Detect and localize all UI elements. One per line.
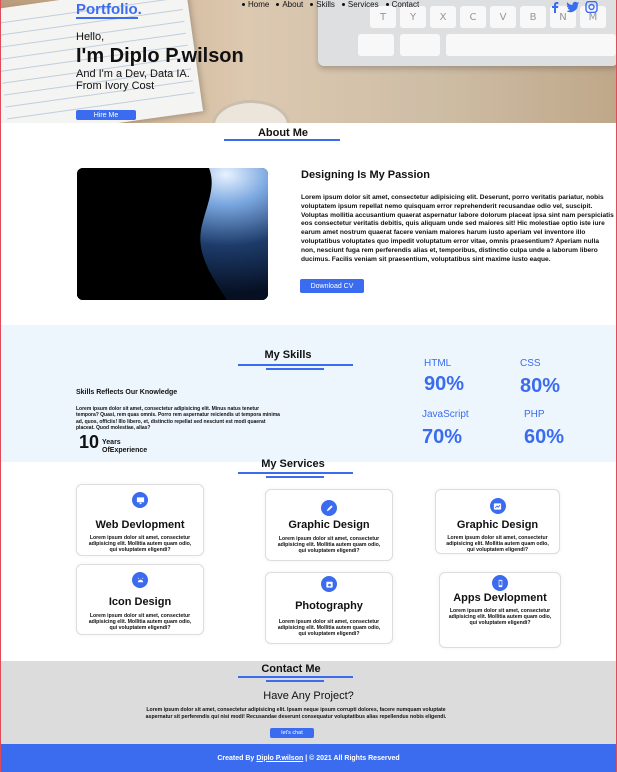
lets-chat-button[interactable]: let's chat <box>270 728 314 738</box>
service-title: Web Devlopment <box>95 519 185 531</box>
skill-value-html: 90% <box>424 373 465 395</box>
service-card-graphic-1[interactable]: Graphic Design Lorem ipsum dolor sit ame… <box>265 489 393 561</box>
skill-name-html: HTML <box>424 358 452 369</box>
download-cv-button[interactable]: Download CV <box>300 279 364 293</box>
about-title: About Me <box>257 127 309 139</box>
service-title: Icon Design <box>108 596 172 608</box>
phone-icon <box>492 575 508 591</box>
skill-value-javascript: 70% <box>422 426 463 448</box>
nav-item-about[interactable]: About <box>276 0 303 9</box>
service-title: Photography <box>295 600 363 612</box>
service-text: Lorem ipsum dolor sit amet, consectetur … <box>88 535 192 554</box>
contact-title-underline-short <box>266 680 324 682</box>
service-text: Lorem ipsum dolor sit amet, consectetur … <box>446 535 549 554</box>
twitter-icon[interactable] <box>566 1 580 13</box>
skills-title-underline-short <box>266 368 324 370</box>
android-icon <box>132 572 148 588</box>
about-heading: Designing Is My Passion <box>301 169 430 181</box>
service-title: Graphic Design <box>288 519 370 531</box>
service-card-photography[interactable]: Photography Lorem ipsum dolor sit amet, … <box>265 572 393 644</box>
services-title-underline <box>238 472 353 474</box>
social-links <box>548 1 598 13</box>
instagram-icon[interactable] <box>584 1 598 13</box>
skill-name-javascript: JavaScript <box>422 409 469 420</box>
service-card-graphic-2[interactable]: Graphic Design Lorem ipsum dolor sit ame… <box>435 489 560 554</box>
facebook-icon[interactable] <box>548 1 562 13</box>
service-text: Lorem ipsum dolor sit amet, consectetur … <box>88 613 192 632</box>
hire-me-button[interactable]: Hire Me <box>76 110 136 120</box>
hero-origin: From Ivory Cost <box>76 80 155 92</box>
years-number: 10 <box>79 432 100 452</box>
about-image <box>77 168 268 300</box>
footer-copyright: | © 2021 All Rights Reserved <box>305 754 400 762</box>
skill-name-php: PHP <box>524 409 545 420</box>
skill-value-php: 60% <box>524 426 565 448</box>
skill-name-css: CSS <box>520 358 541 369</box>
chart-icon <box>489 498 506 514</box>
skills-subtitle: Skills Reflects Our Knowledge <box>76 389 178 396</box>
service-card-web[interactable]: Web Devlopment Lorem ipsum dolor sit ame… <box>76 484 204 556</box>
hero-greeting: Hello, <box>76 31 105 43</box>
service-title: Graphic Design <box>456 519 539 531</box>
nav-item-skills[interactable]: Skills <box>310 0 335 9</box>
about-title-underline <box>224 139 340 141</box>
service-text: Lorem ipsum dolor sit amet, consectetur … <box>277 536 381 555</box>
footer-author-link[interactable]: Diplo P.wilson <box>256 755 303 762</box>
service-text: Lorem ipsum dolor sit amet, consectetur … <box>448 608 552 627</box>
brand-underline <box>76 17 138 19</box>
contact-title-underline <box>238 676 353 678</box>
brand-logo[interactable]: Portfolio. <box>76 1 142 18</box>
monitor-icon <box>132 492 148 508</box>
service-card-icon[interactable]: Icon Design Lorem ipsum dolor sit amet, … <box>76 564 204 635</box>
contact-heading: Have Any Project? <box>263 690 354 702</box>
main-nav: Home About Skills Services Contact <box>242 0 419 9</box>
nav-item-home[interactable]: Home <box>242 0 269 9</box>
skill-value-css: 80% <box>520 375 561 397</box>
services-title: My Services <box>261 458 325 470</box>
skills-title-underline <box>238 364 353 366</box>
footer: Created By Diplo P.wilson | © 2021 All R… <box>0 744 617 772</box>
contact-text: Lorem ipsum dolor sit amet, consectetur … <box>145 707 447 720</box>
contact-title: Contact Me <box>261 663 321 675</box>
hero-role: And I'm a Dev, Data IA. <box>76 68 190 80</box>
experience-label: OfExperience <box>102 447 148 454</box>
skills-title: My Skills <box>264 349 312 361</box>
service-text: Lorem ipsum dolor sit amet, consectetur … <box>277 619 381 638</box>
service-card-apps[interactable]: Apps Devlopment Lorem ipsum dolor sit am… <box>439 572 561 648</box>
footer-prefix: Created By <box>217 754 255 762</box>
hero-name: I'm Diplo P.wilson <box>76 45 244 67</box>
pen-icon <box>321 500 337 516</box>
service-title: Apps Devlopment <box>453 592 547 604</box>
nav-item-contact[interactable]: Contact <box>385 0 419 9</box>
camera-icon <box>321 576 337 592</box>
about-text: Lorem ipsum dolor sit amet, consectetur … <box>301 194 614 263</box>
services-title-underline-short <box>266 476 324 478</box>
nav-item-services[interactable]: Services <box>341 0 379 9</box>
skills-text: Lorem ipsum dolor sit amet, consectetur … <box>76 406 280 431</box>
years-label: Years <box>102 439 121 446</box>
